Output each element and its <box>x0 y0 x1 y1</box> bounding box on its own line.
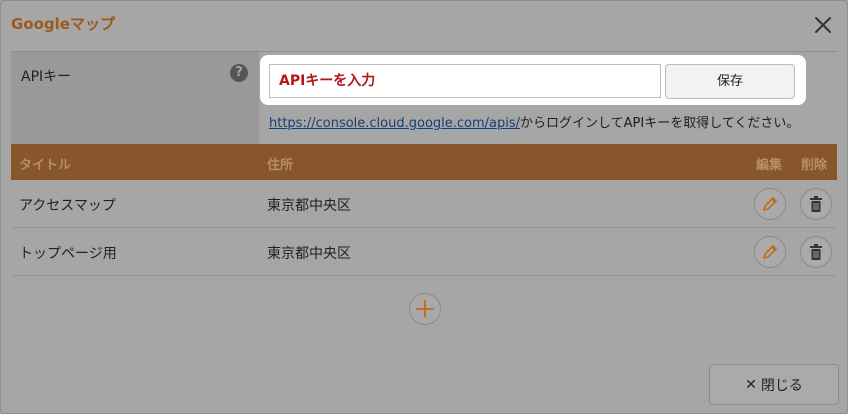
edit-button[interactable] <box>754 188 786 220</box>
close-icon[interactable] <box>811 13 835 37</box>
api-key-label: APIキー <box>21 69 72 85</box>
header-title: タイトル <box>19 158 72 173</box>
table-row: アクセスマップ 東京都中央区 <box>11 180 837 228</box>
dialog-title: Googleマップ <box>11 15 115 33</box>
header-address: 住所 <box>267 158 294 173</box>
delete-button[interactable] <box>800 236 832 268</box>
close-button[interactable]: ✕ 閉じる <box>709 364 839 405</box>
plus-icon <box>416 300 434 318</box>
close-icon: ✕ <box>745 376 757 393</box>
close-button-label: 閉じる <box>760 377 803 394</box>
row-address: 東京都中央区 <box>267 246 351 262</box>
api-key-label-cell: APIキー ? <box>11 52 259 144</box>
pencil-icon <box>763 245 777 259</box>
trash-icon <box>810 244 822 260</box>
header-edit: 編集 <box>756 158 783 173</box>
trash-icon <box>810 196 822 212</box>
google-map-dialog: Googleマップ APIキー ? APIキーを入力 保存 https://co… <box>0 0 848 414</box>
table-row: トップページ用 東京都中央区 <box>11 228 837 276</box>
pencil-icon <box>763 197 777 211</box>
row-address: 東京都中央区 <box>267 198 351 214</box>
api-key-input[interactable]: APIキーを入力 <box>269 64 661 98</box>
edit-button[interactable] <box>754 236 786 268</box>
header-delete: 削除 <box>801 158 828 173</box>
row-title: トップページ用 <box>19 246 117 262</box>
save-button[interactable]: 保存 <box>665 64 795 99</box>
help-suffix: からログインしてAPIキーを取得してください。 <box>520 116 800 131</box>
row-title: アクセスマップ <box>19 198 116 214</box>
add-row-button[interactable] <box>409 293 441 325</box>
table-header: タイトル 住所 編集 削除 <box>11 144 837 180</box>
question-icon[interactable]: ? <box>230 64 248 82</box>
delete-button[interactable] <box>800 188 832 220</box>
api-key-help-text: https://console.cloud.google.com/apis/から… <box>269 112 799 131</box>
console-link[interactable]: https://console.cloud.google.com/apis/ <box>269 116 520 131</box>
